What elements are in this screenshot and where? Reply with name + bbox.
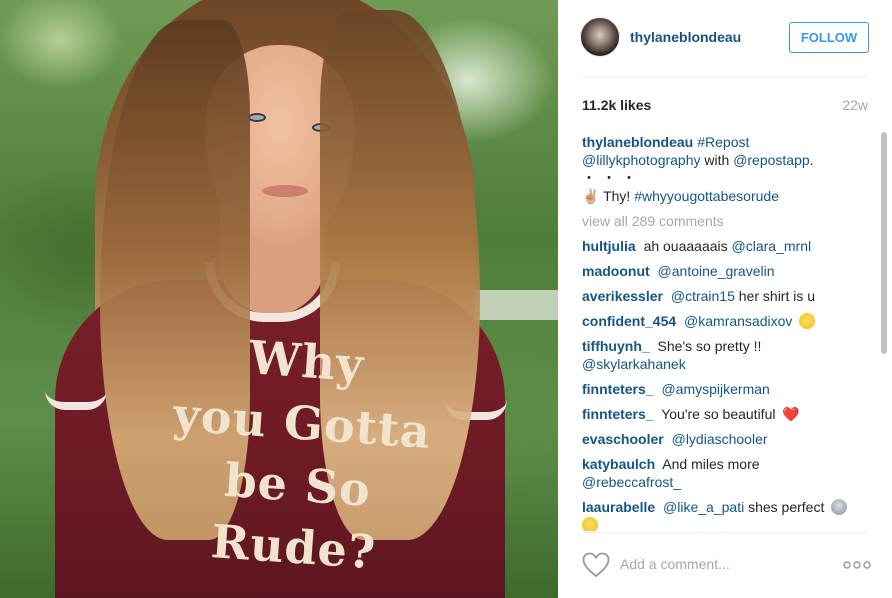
comment-username[interactable]: tiffhuynh_ — [582, 338, 650, 354]
comment-username[interactable]: finnteters_ — [582, 381, 654, 397]
likes-row: 11.2k likes 22w — [582, 97, 868, 115]
comment-text: her shirt is u — [738, 288, 816, 304]
mention-link[interactable]: @repostapp — [733, 152, 809, 168]
comment-list[interactable]: thylaneblondeau #Repost @lillykphotograph… — [582, 133, 874, 531]
comment-username[interactable]: hultjulia — [582, 238, 636, 254]
red-heart-icon: ❤️ — [782, 406, 800, 422]
heart-outline-icon[interactable] — [582, 552, 610, 578]
comment-item: madoonut @antoine_gravelin — [582, 262, 874, 280]
mention-link[interactable]: @like_a_pati — [663, 499, 744, 515]
comment-item: tiffhuynh_ She's so pretty !! @skylarkah… — [582, 337, 874, 373]
comment-username[interactable]: madoonut — [582, 263, 650, 279]
post-header: thylaneblondeau FOLLOW — [558, 0, 892, 77]
hashtag-link[interactable]: #Repost — [697, 134, 749, 150]
post-age[interactable]: 22w — [842, 97, 868, 113]
peace-emoji: ✌🏼 — [582, 188, 600, 204]
mention-link[interactable]: @rebeccafrost_ — [582, 474, 681, 490]
mention-link[interactable]: @kamransadixov — [684, 313, 792, 329]
post-photo[interactable]: Why you Gotta be So Rude? — [0, 0, 558, 598]
post-sidebar: thylaneblondeau FOLLOW 11.2k likes 22w t… — [558, 0, 892, 598]
comment-text: shes perfect — [748, 499, 825, 515]
hashtag-link[interactable]: #whyyougottabesorude — [634, 188, 779, 204]
comment-item: finnteters_ @amyspijkerman — [582, 380, 874, 398]
scrollbar-thumb[interactable] — [881, 132, 887, 354]
mention-link[interactable]: @clara_mrnl — [732, 238, 812, 254]
comment-item: averikessler @ctrain15 her shirt is u — [582, 287, 874, 305]
follow-button[interactable]: FOLLOW — [789, 22, 869, 53]
comment-item: confident_454 @kamransadixov — [582, 312, 874, 330]
photo-eye-left — [248, 113, 266, 122]
caption-text: . — [809, 152, 814, 168]
mention-link[interactable]: @lillykphotography — [582, 152, 701, 168]
comment-username[interactable]: finnteters_ — [582, 406, 654, 422]
comment-username[interactable]: averikessler — [582, 288, 663, 304]
likes-count[interactable]: 11.2k likes — [582, 97, 651, 113]
comment-text: ah ouaaaaais — [643, 238, 728, 254]
comment-item: katybaulch And miles more @rebeccafrost_ — [582, 455, 874, 491]
comment-text: And miles more — [662, 456, 760, 472]
shirt-print-text: Why you Gotta be So Rude? — [142, 320, 459, 588]
photo-lips — [262, 185, 308, 197]
mention-link[interactable]: @lydiaschooler — [672, 431, 768, 447]
mention-link[interactable]: @amyspijkerman — [661, 381, 769, 397]
profile-avatar-icon[interactable] — [580, 17, 620, 57]
comment-text: You're so beautiful — [661, 406, 776, 422]
comments-scrollbar[interactable] — [880, 130, 888, 530]
more-options-icon[interactable] — [842, 557, 872, 573]
alien-icon — [831, 499, 848, 515]
comment-item: finnteters_ You're so beautiful ❤️ — [582, 405, 874, 423]
caption: thylaneblondeau #Repost @lillykphotograph… — [582, 133, 874, 205]
view-all-comments-link[interactable]: view all 289 comments — [582, 212, 874, 230]
comment-item: hultjulia ah ouaaaaais @clara_mrnl — [582, 237, 874, 255]
comment-username[interactable]: laaurabelle — [582, 499, 655, 515]
comment-item: laaurabelle @like_a_pati shes perfect — [582, 498, 874, 531]
mention-link[interactable]: @skylarkahanek — [582, 356, 686, 372]
mention-link[interactable]: @antoine_gravelin — [658, 263, 775, 279]
comment-username[interactable]: evaschooler — [582, 431, 664, 447]
caption-dots: ・・・ — [582, 170, 642, 186]
smiley-face-icon — [799, 313, 816, 329]
heart-eyes-icon — [582, 517, 598, 531]
photo-sleeve-left — [45, 370, 107, 410]
comment-item: evaschooler @lydiaschooler — [582, 430, 874, 448]
header-divider — [582, 76, 868, 77]
header-username-link[interactable]: thylaneblondeau — [630, 29, 741, 45]
comment-username[interactable]: confident_454 — [582, 313, 676, 329]
caption-username[interactable]: thylaneblondeau — [582, 134, 693, 150]
add-comment-input[interactable] — [620, 553, 820, 575]
mention-link[interactable]: @ctrain15 — [671, 288, 735, 304]
caption-text: Thy! — [603, 188, 631, 204]
comment-username[interactable]: katybaulch — [582, 456, 655, 472]
caption-text: with — [704, 152, 730, 168]
post-footer — [558, 533, 892, 598]
comment-text: She's so pretty !! — [657, 338, 762, 354]
